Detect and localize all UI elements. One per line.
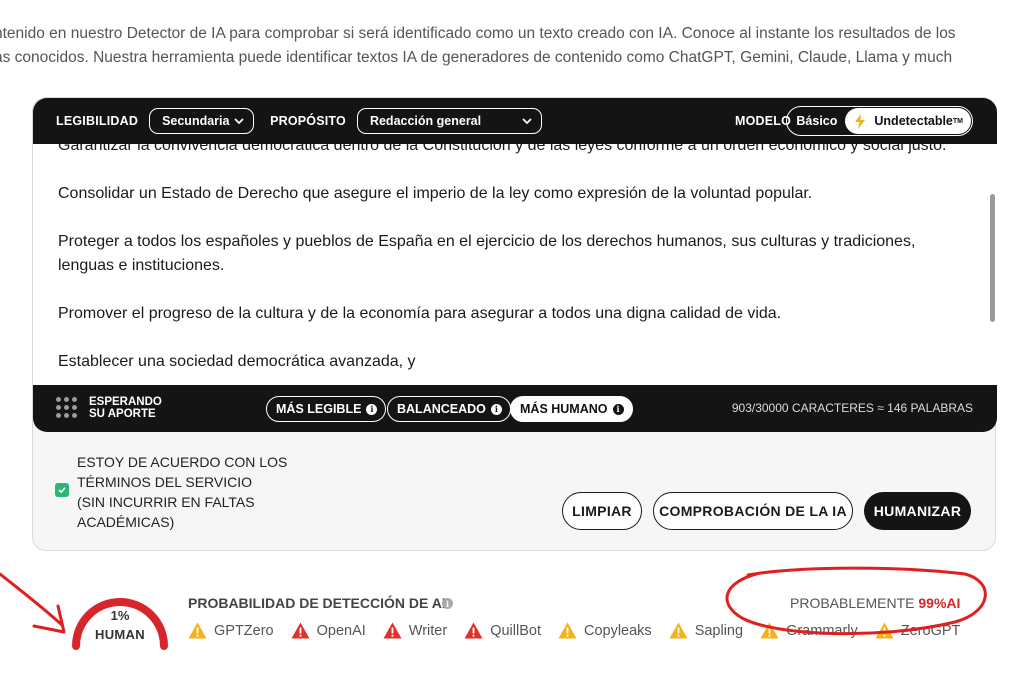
purpose-label: PROPÓSITO bbox=[270, 114, 346, 128]
mode-balanced-button[interactable]: BALANCEADO i bbox=[387, 396, 511, 422]
detection-panel: 1% HUMAN PROBABILIDAD DE DETECCIÓN DE AI… bbox=[0, 570, 1019, 684]
waiting-status: ESPERANDO SU APORTE bbox=[89, 396, 162, 420]
options-bar: LEGIBILIDAD Secundaria PROPÓSITO Redacci… bbox=[33, 98, 997, 144]
verdict-value: 99%AI bbox=[918, 595, 961, 611]
detector-name: Sapling bbox=[694, 622, 744, 639]
warning-icon bbox=[188, 622, 207, 639]
mode-label: MÁS HUMANO bbox=[520, 402, 608, 416]
detector-name: GPTZero bbox=[214, 622, 274, 639]
chevron-down-icon bbox=[522, 118, 532, 125]
warning-icon bbox=[669, 622, 688, 639]
terms-line: ESTOY DE ACUERDO CON LOS bbox=[77, 454, 288, 470]
terms-line: ACADÉMICAS) bbox=[77, 514, 175, 530]
text-paragraph: Consolidar un Estado de Derecho que aseg… bbox=[58, 185, 813, 202]
waiting-line: ESPERANDO bbox=[89, 396, 162, 408]
warning-icon bbox=[875, 622, 894, 639]
lightning-icon bbox=[855, 113, 866, 129]
detector-item: Grammarly bbox=[760, 622, 858, 639]
mode-label: MÁS LEGIBLE bbox=[276, 402, 362, 416]
warning-icon bbox=[760, 622, 779, 639]
chevron-down-icon bbox=[234, 118, 244, 125]
clear-button[interactable]: LIMPIAR bbox=[562, 492, 642, 530]
intro-line: ás conocidos. Nuestra herramienta puede … bbox=[0, 49, 953, 66]
terms-agreement: ESTOY DE ACUERDO CON LOS TÉRMINOS DEL SE… bbox=[55, 452, 307, 532]
warning-icon bbox=[464, 622, 483, 639]
detector-name: Copyleaks bbox=[583, 622, 652, 639]
model-toggle: Básico Undetectable TM bbox=[786, 106, 973, 136]
warning-icon bbox=[383, 622, 402, 639]
purpose-select[interactable]: Redacción general bbox=[356, 108, 542, 134]
human-label: HUMAN bbox=[95, 627, 145, 642]
waiting-line: SU APORTE bbox=[89, 408, 156, 420]
humanizer-card: LEGIBILIDAD Secundaria PROPÓSITO Redacci… bbox=[32, 97, 997, 551]
terms-checkbox[interactable] bbox=[55, 483, 69, 497]
verdict-prefix: PROBABLEMENTE bbox=[790, 595, 915, 611]
detector-list: GPTZero OpenAI Writer QuillBot Copyleaks… bbox=[188, 622, 960, 639]
detector-name: Grammarly bbox=[786, 622, 858, 639]
detector-item: Sapling bbox=[669, 622, 743, 639]
detector-name: QuillBot bbox=[490, 622, 541, 639]
intro-text: ntenido en nuestro Detector de IA para c… bbox=[0, 22, 1019, 70]
info-icon: i bbox=[366, 403, 378, 415]
text-paragraph: Garantizar la convivencia democrática de… bbox=[58, 144, 947, 154]
detector-name: ZeroGPT bbox=[900, 622, 961, 639]
text-input-area[interactable]: Garantizar la convivencia democrática de… bbox=[33, 144, 997, 385]
detection-title: PROBABILIDAD DE DETECCIÓN DE AI bbox=[188, 595, 446, 611]
terms-text: ESTOY DE ACUERDO CON LOS TÉRMINOS DEL SE… bbox=[77, 452, 307, 532]
trademark-mark: TM bbox=[952, 117, 963, 125]
model-undetectable-label: Undetectable bbox=[874, 114, 953, 128]
mode-label: BALANCEADO bbox=[397, 402, 486, 416]
detection-verdict: PROBABLEMENTE 99%AI bbox=[790, 595, 960, 611]
detector-item: OpenAI bbox=[291, 622, 366, 639]
warning-icon bbox=[291, 622, 310, 639]
detector-item: Writer bbox=[383, 622, 447, 639]
mode-more-human-button[interactable]: MÁS HUMANO i bbox=[510, 396, 633, 422]
detector-item: GPTZero bbox=[188, 622, 274, 639]
checkmark-icon bbox=[58, 487, 66, 494]
humanize-button[interactable]: HUMANIZAR bbox=[864, 492, 971, 530]
scrollbar-thumb[interactable] bbox=[990, 194, 995, 322]
readability-select[interactable]: Secundaria bbox=[149, 108, 255, 134]
text-paragraph: Establecer una sociedad democrática avan… bbox=[58, 353, 416, 370]
info-icon: i bbox=[612, 403, 624, 415]
ai-check-button[interactable]: COMPROBACIÓN DE LA IA bbox=[653, 492, 853, 530]
mode-more-readable-button[interactable]: MÁS LEGIBLE i bbox=[266, 396, 387, 422]
readability-label: LEGIBILIDAD bbox=[56, 114, 139, 128]
model-undetectable-option[interactable]: Undetectable TM bbox=[845, 108, 971, 134]
input-text: Garantizar la convivencia democrática de… bbox=[58, 144, 963, 385]
status-bar: ESPERANDO SU APORTE MÁS LEGIBLE i BALANCE… bbox=[33, 385, 997, 432]
text-paragraph: Promover el progreso de la cultura y de … bbox=[58, 305, 782, 322]
text-paragraph: Proteger a todos los españoles y pueblos… bbox=[58, 233, 916, 274]
intro-line: ntenido en nuestro Detector de IA para c… bbox=[0, 25, 956, 42]
readability-value: Secundaria bbox=[162, 114, 230, 128]
warning-icon bbox=[558, 622, 577, 639]
detector-name: OpenAI bbox=[316, 622, 366, 639]
character-count: 903/30000 CARACTERES ≈ 146 PALABRAS bbox=[731, 401, 973, 415]
detector-item: Copyleaks bbox=[558, 622, 652, 639]
detector-name: Writer bbox=[408, 622, 448, 639]
model-basic-option[interactable]: Básico bbox=[787, 114, 845, 128]
info-icon: i bbox=[490, 403, 502, 415]
info-icon[interactable]: i bbox=[442, 598, 453, 609]
terms-line: TÉRMINOS DEL SERVICIO bbox=[77, 474, 253, 490]
loading-dots-icon bbox=[56, 397, 78, 419]
model-label: MODELO bbox=[735, 114, 792, 128]
detector-item: ZeroGPT bbox=[875, 622, 961, 639]
human-percent: 1% bbox=[110, 608, 130, 623]
terms-line: (SIN INCURRIR EN FALTAS bbox=[77, 494, 255, 510]
purpose-value: Redacción general bbox=[369, 114, 482, 128]
detector-item: QuillBot bbox=[464, 622, 541, 639]
